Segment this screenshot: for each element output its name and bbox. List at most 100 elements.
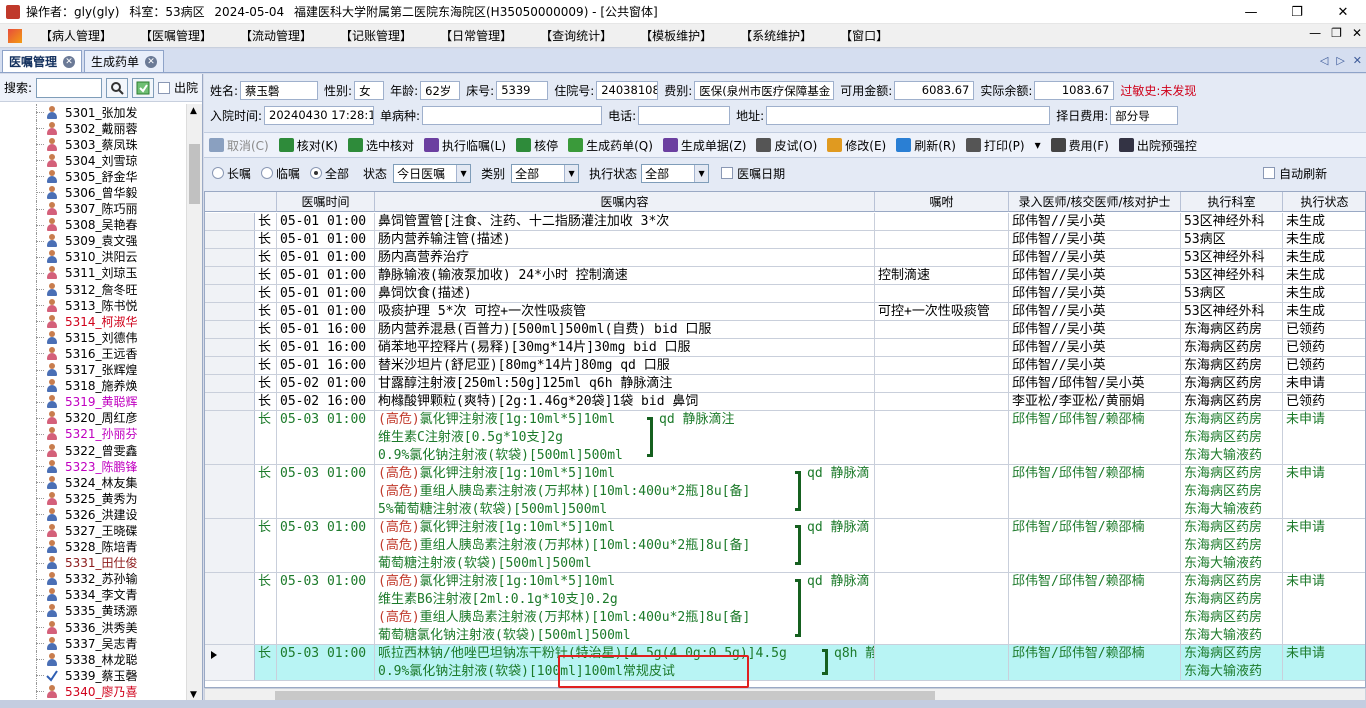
menu-item[interactable]: 【窗口】 bbox=[826, 27, 902, 44]
toolbar-button[interactable]: 修改(E) bbox=[822, 137, 891, 154]
temp-order-radio[interactable] bbox=[261, 167, 274, 179]
patient-item[interactable]: 5339_蔡玉磬 bbox=[0, 667, 186, 684]
close-button[interactable]: ✕ bbox=[1320, 0, 1366, 24]
toolbar-button[interactable]: 执行临嘱(L) bbox=[419, 137, 511, 154]
order-row[interactable]: 长 05-01 01:00 肠内营养输注管(描述) 邱伟智//吴小英 53病区 未生成 bbox=[205, 231, 1365, 249]
toolbar-button[interactable]: 取消(C) bbox=[204, 137, 274, 154]
menu-item[interactable]: 【系统维护】 bbox=[726, 27, 826, 44]
auto-refresh-checkbox[interactable] bbox=[1263, 167, 1276, 179]
patient-list-scrollbar[interactable]: ▲ ▼ bbox=[186, 104, 202, 704]
toolbar-button[interactable]: 选中核对 bbox=[343, 137, 419, 154]
order-group-row[interactable]: 长 05-03 01:00 (高危)氯化钾注射液[1g:10ml*5]10ml (高危… bbox=[205, 519, 1365, 573]
order-row[interactable]: 长 05-02 16:00 枸橼酸钾颗粒(爽特)[2g:1.46g*20袋]1袋 b… bbox=[205, 393, 1365, 411]
patient-item[interactable]: 5309_袁文强 bbox=[0, 232, 186, 249]
patient-item[interactable]: 5303_蔡凤珠 bbox=[0, 136, 186, 153]
grid-header[interactable] bbox=[205, 192, 277, 212]
menu-item[interactable]: 【模板维护】 bbox=[626, 27, 726, 44]
patient-item[interactable]: 5316_王远香 bbox=[0, 345, 186, 362]
patient-item[interactable]: 5328_陈培青 bbox=[0, 538, 186, 555]
patient-item[interactable]: 5331_田仕俊 bbox=[0, 554, 186, 571]
patient-item[interactable]: 5313_陈书悦 bbox=[0, 297, 186, 314]
grid-header[interactable]: 医嘱时间 bbox=[277, 192, 375, 212]
mdi-minimize-button[interactable]: — bbox=[1309, 26, 1321, 40]
patient-item[interactable]: 5308_吴艳春 bbox=[0, 216, 186, 233]
patient-item[interactable]: 5332_苏孙输 bbox=[0, 570, 186, 587]
patient-item[interactable]: 5340_廖乃喜 bbox=[0, 683, 186, 700]
menu-item[interactable]: 【日常管理】 bbox=[426, 27, 526, 44]
patient-item[interactable]: 5302_戴丽蓉 bbox=[0, 120, 186, 137]
toolbar-button[interactable]: 核对(K) bbox=[274, 137, 343, 154]
refresh-list-button[interactable] bbox=[132, 77, 154, 98]
patient-item[interactable]: 5318_施养焕 bbox=[0, 377, 186, 394]
toolbar-button[interactable]: 生成单据(Z) bbox=[658, 137, 752, 154]
patient-item[interactable]: 5310_洪阳云 bbox=[0, 248, 186, 265]
patient-item[interactable]: 5321_孙丽芬 bbox=[0, 425, 186, 442]
mdi-restore-button[interactable]: ❐ bbox=[1331, 26, 1342, 40]
patient-item[interactable]: 5305_舒金华 bbox=[0, 168, 186, 185]
order-group-row[interactable]: 长 05-03 01:00 (高危)氯化钾注射液[1g:10ml*5]10ml 维生素… bbox=[205, 411, 1365, 465]
toolbar-button[interactable]: 打印(P) bbox=[961, 137, 1030, 154]
patient-item[interactable]: 5334_李文青 bbox=[0, 586, 186, 603]
order-row[interactable]: 长 05-01 01:00 静脉输液(输液泵加收) 24*小时 控制滴速 控制滴速 邱伟… bbox=[205, 267, 1365, 285]
search-button[interactable] bbox=[106, 77, 129, 98]
category-select[interactable]: 全部 ▼ bbox=[511, 163, 580, 183]
patient-item[interactable]: 5301_张加发 bbox=[0, 104, 186, 121]
toolbar-button[interactable]: 皮试(O) bbox=[751, 137, 822, 154]
order-group-row[interactable]: 长 05-03 01:00 (高危)氯化钾注射液[1g:10ml*5]10ml (高危… bbox=[205, 465, 1365, 519]
tab-close-icon[interactable]: ✕ bbox=[1353, 54, 1362, 67]
patient-item[interactable]: 5306_曾华毅 bbox=[0, 184, 186, 201]
order-row[interactable]: 长 05-01 16:00 肠内营养混悬(百普力)[500ml]500ml(自费) … bbox=[205, 321, 1365, 339]
patient-item[interactable]: 5336_洪秀美 bbox=[0, 619, 186, 636]
patient-item[interactable]: 5326_洪建设 bbox=[0, 506, 186, 523]
tab-prev-icon[interactable]: ◁ bbox=[1320, 54, 1328, 67]
patient-item[interactable]: 5320_周红彦 bbox=[0, 409, 186, 426]
toolbar-button[interactable]: ▾ bbox=[1030, 138, 1046, 152]
order-row[interactable]: 长 05-01 16:00 替米沙坦片(舒尼亚)[80mg*14片]80mg qd … bbox=[205, 357, 1365, 375]
status-select[interactable]: 今日医嘱 ▼ bbox=[393, 163, 472, 183]
patient-item[interactable]: 5315_刘德伟 bbox=[0, 329, 186, 346]
menu-item[interactable]: 【记账管理】 bbox=[326, 27, 426, 44]
order-row[interactable]: 长 05-01 16:00 硝苯地平控释片(易释)[30mg*14片]30mg bi… bbox=[205, 339, 1365, 357]
toolbar-button[interactable]: 核停 bbox=[511, 137, 563, 154]
all-order-radio[interactable] bbox=[310, 167, 323, 179]
tab-next-icon[interactable]: ▷ bbox=[1336, 54, 1344, 67]
search-input[interactable] bbox=[36, 77, 103, 98]
patient-item[interactable]: 5325_黄秀为 bbox=[0, 490, 186, 507]
patient-item[interactable]: 5337_吴志青 bbox=[0, 635, 186, 652]
order-group-row[interactable]: 长 05-03 01:00 (高危)氯化钾注射液[1g:10ml*5]10ml 维生素… bbox=[205, 573, 1365, 645]
patient-item[interactable]: 5312_詹冬旺 bbox=[0, 281, 186, 298]
menu-item[interactable]: 【流动管理】 bbox=[226, 27, 326, 44]
order-row[interactable]: 长 05-02 01:00 甘露醇注射液[250ml:50g]125ml q6h 静… bbox=[205, 375, 1365, 393]
patient-item[interactable]: 5319_黄聪辉 bbox=[0, 393, 186, 410]
patient-item[interactable]: 5335_黄琇源 bbox=[0, 602, 186, 619]
order-row[interactable]: 长 05-01 01:00 鼻饲管置管[注食、注药、十二指肠灌注加收 3*次 邱伟智/… bbox=[205, 213, 1365, 231]
grid-header[interactable]: 执行科室 bbox=[1181, 192, 1283, 212]
patient-item[interactable]: 5338_林龙聪 bbox=[0, 651, 186, 668]
close-icon[interactable]: ✕ bbox=[63, 55, 76, 68]
restore-button[interactable]: ❐ bbox=[1274, 0, 1320, 24]
order-row[interactable]: 长 05-01 01:00 吸痰护理 5*次 可控+一次性吸痰管 可控+一次性吸痰管 邱… bbox=[205, 303, 1365, 321]
toolbar-button[interactable]: 费用(F) bbox=[1046, 137, 1114, 154]
order-group-row[interactable]: 长 05-03 01:00 哌拉西林钠/他唑巴坦钠冻干粉针(特治星)[4.5g(4.… bbox=[205, 645, 1365, 681]
patient-item[interactable]: 5314_柯淑华 bbox=[0, 313, 186, 330]
grid-header[interactable]: 嘱咐 bbox=[875, 192, 1009, 212]
patient-item[interactable]: 5311_刘琼玉 bbox=[0, 264, 186, 282]
exec-status-select[interactable]: 全部 ▼ bbox=[641, 163, 710, 183]
close-icon[interactable]: ✕ bbox=[145, 55, 158, 68]
grid-header[interactable]: 医嘱内容 bbox=[375, 192, 875, 212]
patient-item[interactable]: 5304_刘雪琼 bbox=[0, 152, 186, 169]
toolbar-button[interactable]: 出院预强控 bbox=[1114, 137, 1202, 154]
patient-item[interactable]: 5307_陈巧丽 bbox=[0, 200, 186, 217]
discharged-checkbox[interactable] bbox=[158, 81, 170, 94]
patient-item[interactable]: 5322_曾雯鑫 bbox=[0, 441, 186, 459]
patient-item[interactable]: 5324_林友集 bbox=[0, 474, 186, 491]
grid-header[interactable]: 录入医师/核交医师/核对护士 bbox=[1009, 192, 1181, 212]
patient-item[interactable]: 5327_王晓碟 bbox=[0, 522, 186, 539]
menu-item[interactable]: 【医嘱管理】 bbox=[126, 27, 226, 44]
order-date-checkbox[interactable] bbox=[721, 167, 734, 179]
mdi-close-button[interactable]: ✕ bbox=[1352, 26, 1362, 40]
menu-item[interactable]: 【病人管理】 bbox=[26, 27, 126, 44]
order-row[interactable]: 长 05-01 01:00 肠内高营养治疗 邱伟智//吴小英 53区神经外科 未生成 bbox=[205, 249, 1365, 267]
toolbar-button[interactable]: 刷新(R) bbox=[891, 137, 961, 154]
tab-order-management[interactable]: 医嘱管理 ✕ bbox=[2, 50, 83, 72]
